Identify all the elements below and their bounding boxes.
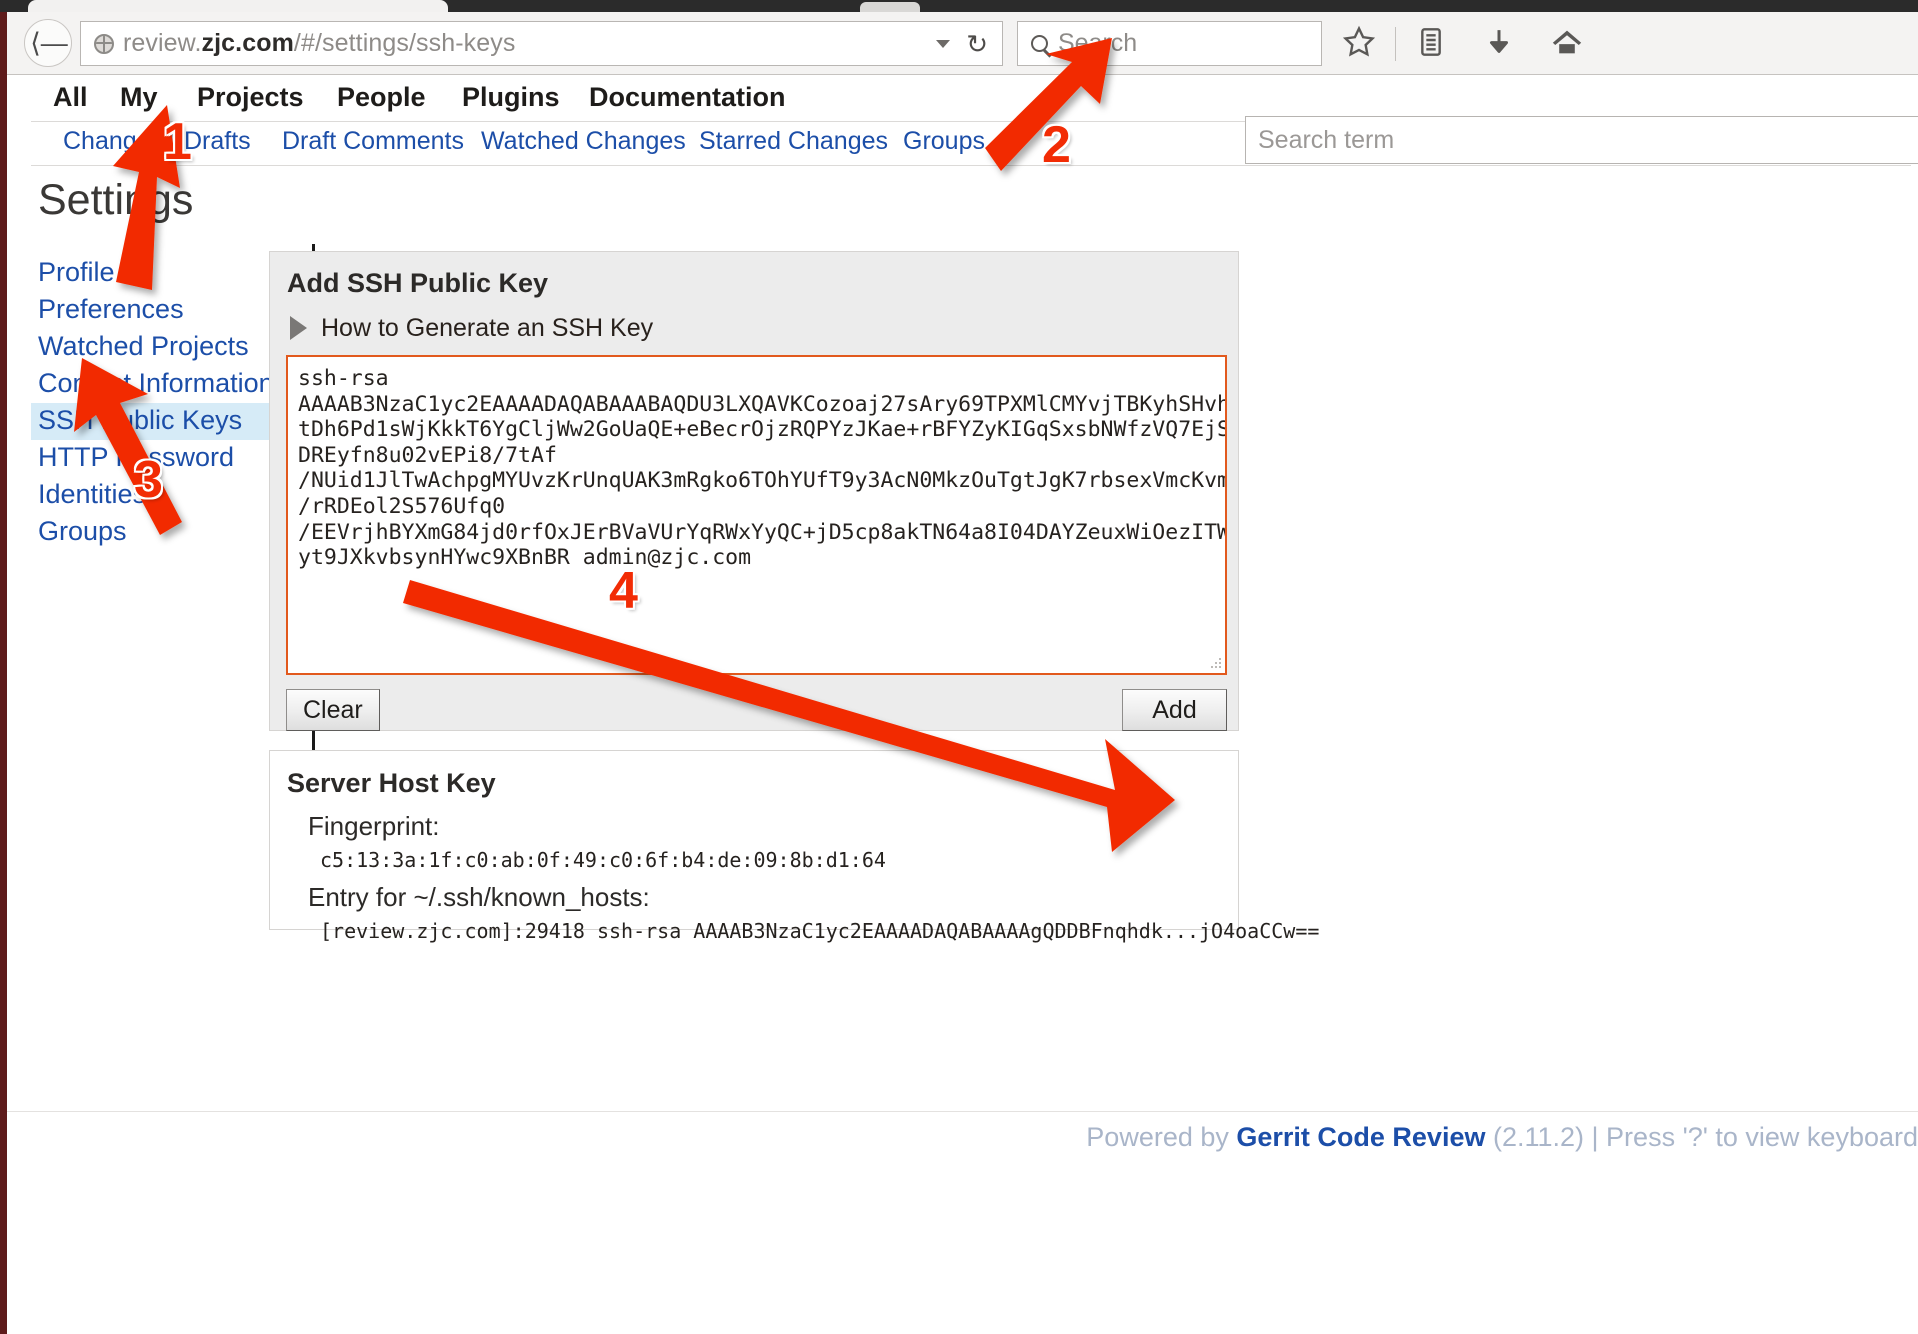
gerrit-top-menu: All My Projects People Plugins Documenta… [7,76,1918,120]
sub-menu-drafts[interactable]: Drafts [184,127,251,156]
screenshot-root: ⟨— review.zjc.com/#/settings/ssh-keys ↻ … [0,0,1918,1334]
textarea-resize-grip[interactable] [1211,658,1222,669]
bookmark-star-icon[interactable] [1337,25,1381,65]
back-button[interactable]: ⟨— [24,19,72,67]
fingerprint-label: Fingerprint: [308,811,440,841]
reload-icon[interactable]: ↻ [966,31,988,57]
url-prefix: review. [123,29,202,57]
add-ssh-key-title: Add SSH Public Key [287,268,549,298]
sub-menu-watched-changes[interactable]: Watched Changes [481,127,686,156]
sub-menu-changes[interactable]: Changes [63,127,163,156]
footer-keyboard-hint: | Press '?' to view keyboard [1591,1122,1918,1152]
window-left-edge [0,12,7,1334]
browser-tab-active[interactable] [28,0,448,12]
home-icon[interactable] [1545,25,1589,65]
sub-menu-groups[interactable]: Groups [903,127,985,156]
search-icon [1031,35,1048,52]
page-title: Settings [38,176,194,224]
top-menu-documentation[interactable]: Documentation [589,82,786,113]
browser-tab-secondary[interactable] [860,2,920,12]
url-domain: zjc.com [201,29,294,57]
chevron-down-icon[interactable] [936,39,950,48]
address-bar-url: review.zjc.com/#/settings/ssh-keys [123,29,515,58]
known-hosts-label: Entry for ~/.ssh/known_hosts: [308,882,650,912]
top-menu-projects[interactable]: Projects [197,82,304,113]
sub-menu-divider [31,165,1911,166]
top-menu-all[interactable]: All [53,82,88,113]
top-menu-plugins[interactable]: Plugins [462,82,560,113]
server-host-key-panel: Server Host Key Fingerprint: c5:13:3a:1f… [269,750,1319,943]
footer-gerrit-link[interactable]: Gerrit Code Review [1236,1122,1485,1152]
page-footer: Powered by Gerrit Code Review (2.11.2) |… [7,1122,1918,1162]
search-term-input[interactable]: Search term [1245,116,1918,164]
browser-navigation-bar: ⟨— review.zjc.com/#/settings/ssh-keys ↻ … [7,12,1918,75]
sub-menu-draft-comments[interactable]: Draft Comments [282,127,464,156]
address-bar[interactable]: review.zjc.com/#/settings/ssh-keys ↻ [80,21,1003,66]
footer-version: (2.11.2) [1485,1122,1592,1152]
browser-search-placeholder: Search [1058,29,1138,57]
top-menu-my[interactable]: My [120,82,158,113]
browser-tab-strip [0,0,1918,12]
globe-icon [94,33,114,54]
url-path: /#/settings/ssh-keys [293,29,516,57]
add-ssh-public-key-panel: Add SSH Public Key How to Generate an SS… [269,251,1239,731]
known-hosts-value: [review.zjc.com]:29418 ssh-rsa AAAAB3Nza… [320,919,1320,943]
add-button[interactable]: Add [1122,689,1227,731]
how-to-generate-disclosure[interactable]: How to Generate an SSH Key [290,311,653,345]
back-arrow-icon: ⟨— [30,28,68,58]
ssh-key-textarea[interactable]: ssh-rsa AAAAB3NzaC1yc2EAAAADAQABAAABAQDU… [286,355,1227,675]
footer-powered-by: Powered by [1086,1122,1237,1152]
sub-menu-starred-changes[interactable]: Starred Changes [699,127,888,156]
gerrit-page: All My Projects People Plugins Documenta… [7,76,1918,1334]
gerrit-sub-menu: Changes Drafts Draft Comments Watched Ch… [7,116,1918,164]
footer-divider [7,1111,1918,1112]
reader-list-icon[interactable] [1409,25,1453,65]
top-menu-people[interactable]: People [337,82,426,113]
fingerprint-value: c5:13:3a:1f:c0:ab:0f:49:c0:6f:b4:de:09:8… [320,848,886,872]
browser-search-box[interactable]: Search [1017,21,1322,66]
clear-button[interactable]: Clear [286,689,380,731]
downloads-arrow-icon[interactable] [1477,25,1521,65]
server-host-key-title: Server Host Key [287,768,496,798]
browser-toolbar-icons [1337,25,1897,65]
toolbar-divider [1395,27,1396,61]
how-to-generate-label: How to Generate an SSH Key [321,313,654,342]
triangle-right-icon [290,316,307,340]
